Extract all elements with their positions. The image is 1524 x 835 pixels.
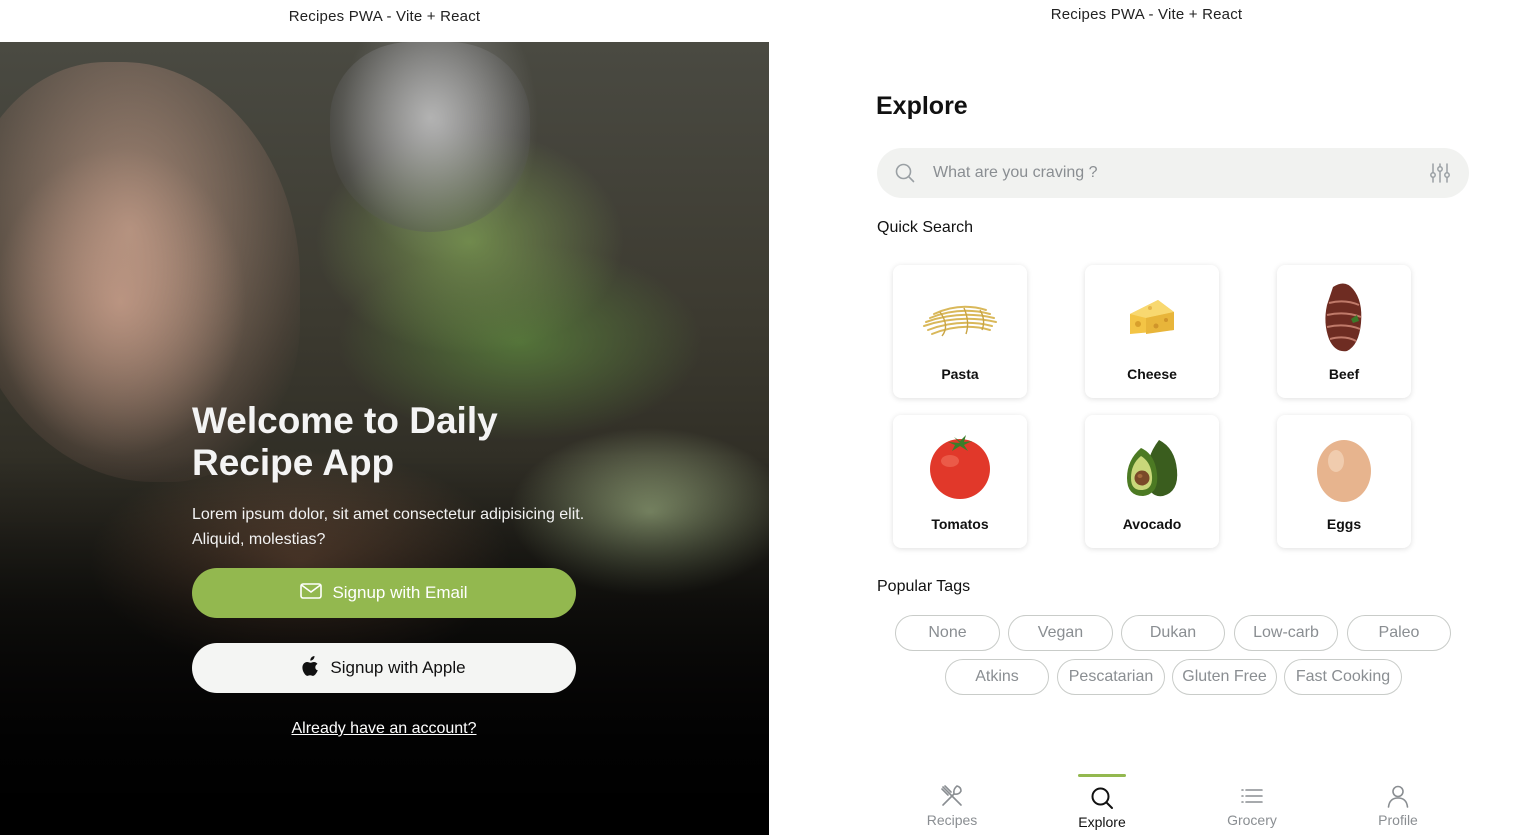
tag-paleo[interactable]: Paleo xyxy=(1347,615,1451,651)
tag-pescatarian[interactable]: Pescatarian xyxy=(1057,659,1165,695)
tag-fast-cooking[interactable]: Fast Cooking xyxy=(1284,659,1402,695)
quick-item-label: Eggs xyxy=(1326,516,1362,532)
quick-item-label: Beef xyxy=(1328,366,1360,382)
cheese-icon xyxy=(1085,277,1219,357)
quick-item-tomatos[interactable]: Tomatos xyxy=(893,415,1027,548)
search-icon xyxy=(895,163,915,188)
nav-item-recipes[interactable]: Recipes xyxy=(902,772,1002,835)
quick-item-label: Avocado xyxy=(1122,516,1182,532)
pasta-icon xyxy=(893,277,1027,357)
welcome-heading: Welcome to Daily Recipe App xyxy=(192,400,498,483)
nav-item-profile[interactable]: Profile xyxy=(1348,772,1448,835)
tag-vegan[interactable]: Vegan xyxy=(1008,615,1113,651)
tag-atkins[interactable]: Atkins xyxy=(945,659,1049,695)
bottom-nav: Recipes Explore Grocery Profile xyxy=(895,772,1455,835)
quick-item-eggs[interactable]: Eggs xyxy=(1277,415,1411,548)
beef-icon xyxy=(1277,277,1411,357)
filter-icon[interactable] xyxy=(1429,163,1451,188)
nav-item-label: Profile xyxy=(1378,812,1418,828)
tag-gluten-free[interactable]: Gluten Free xyxy=(1172,659,1277,695)
background-photo-shaker xyxy=(330,42,530,232)
quick-search-label: Quick Search xyxy=(877,219,974,236)
quick-item-label: Pasta xyxy=(941,366,979,382)
signup-apple-button[interactable]: Signup with Apple xyxy=(192,643,576,693)
signup-email-button[interactable]: Signup with Email xyxy=(192,568,576,618)
popular-tags-label: Popular Tags xyxy=(877,578,971,595)
welcome-screen: Welcome to Daily Recipe App Lorem ipsum … xyxy=(0,42,769,835)
mail-icon xyxy=(300,582,323,604)
nav-item-explore[interactable]: Explore xyxy=(1052,772,1152,835)
quick-item-cheese[interactable]: Cheese xyxy=(1085,265,1219,398)
signup-email-label: Signup with Email xyxy=(332,583,468,602)
signup-apple-label: Signup with Apple xyxy=(330,658,466,677)
login-link[interactable]: Already have an account? xyxy=(192,720,576,738)
tomato-icon xyxy=(893,427,1027,507)
search-input[interactable] xyxy=(933,158,1413,188)
avocado-icon xyxy=(1085,427,1219,507)
window-title-left: Recipes PWA - Vite + React xyxy=(288,8,481,25)
nav-item-label: Explore xyxy=(1078,814,1126,830)
quick-item-avocado[interactable]: Avocado xyxy=(1085,415,1219,548)
quick-item-label: Cheese xyxy=(1127,366,1177,382)
fork-knife-icon xyxy=(940,784,964,813)
search-icon xyxy=(1090,786,1114,815)
nav-item-grocery[interactable]: Grocery xyxy=(1202,772,1302,835)
page-title: Explore xyxy=(876,92,968,120)
tag-low-carb[interactable]: Low-carb xyxy=(1234,615,1338,651)
tag-dukan[interactable]: Dukan xyxy=(1121,615,1225,651)
list-icon xyxy=(1240,784,1264,813)
user-icon xyxy=(1386,784,1410,813)
quick-item-label: Tomatos xyxy=(931,516,989,532)
explore-screen: Explore Quick Search Pasta xyxy=(769,42,1524,835)
quick-item-beef[interactable]: Beef xyxy=(1277,265,1411,398)
egg-icon xyxy=(1277,427,1411,507)
apple-icon xyxy=(302,655,320,681)
tag-none[interactable]: None xyxy=(895,615,1000,651)
nav-item-label: Grocery xyxy=(1227,812,1277,828)
search-bar xyxy=(877,148,1469,198)
window-title-right: Recipes PWA - Vite + React xyxy=(1050,6,1243,23)
nav-item-label: Recipes xyxy=(926,812,978,828)
quick-item-pasta[interactable]: Pasta xyxy=(893,265,1027,398)
welcome-subtitle: Lorem ipsum dolor, sit amet consectetur … xyxy=(192,506,585,548)
